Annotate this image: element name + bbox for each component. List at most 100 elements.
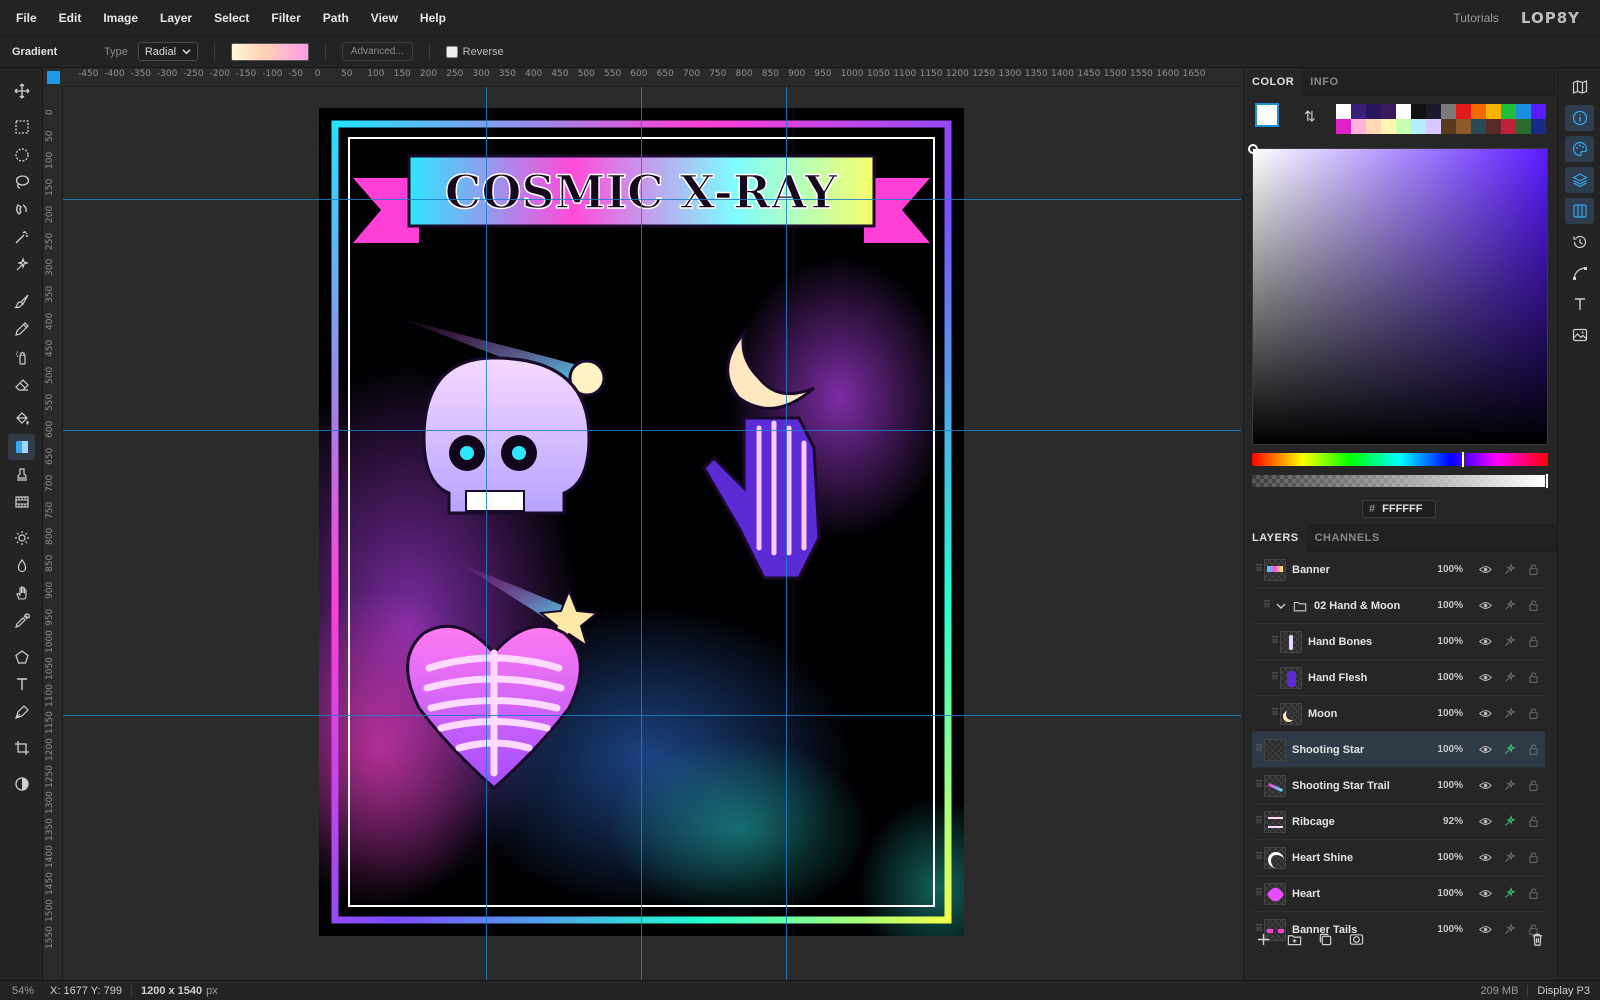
chevron-down-icon[interactable] xyxy=(1272,601,1290,611)
effects-toggle[interactable] xyxy=(1497,599,1521,612)
color-swatch[interactable] xyxy=(1351,119,1366,134)
layer-row[interactable]: ⠿ Ribcage 92% xyxy=(1252,804,1545,840)
color-swatch[interactable] xyxy=(1366,104,1381,119)
layer-opacity[interactable]: 92% xyxy=(1429,816,1463,827)
menu-layer[interactable]: Layer xyxy=(149,11,203,25)
vertical-ruler[interactable]: 0 50 100 150 200 250 300 350 400 450 500 550 600 650 7… xyxy=(43,87,63,980)
color-swatch[interactable] xyxy=(1516,119,1531,134)
effects-toggle[interactable] xyxy=(1497,779,1521,792)
filmstrip-button[interactable] xyxy=(8,489,35,515)
effects-toggle[interactable] xyxy=(1497,671,1521,684)
drag-handle-icon[interactable]: ⠿ xyxy=(1254,780,1264,791)
hex-color-field[interactable]: # FFFFFF xyxy=(1362,500,1436,518)
menu-filter[interactable]: Filter xyxy=(260,11,311,25)
lock-toggle[interactable] xyxy=(1521,815,1545,828)
hand-button[interactable] xyxy=(8,580,35,606)
reverse-checkbox[interactable] xyxy=(445,45,458,58)
text-tool-button[interactable] xyxy=(8,671,35,697)
layer-row[interactable]: ⠿ Shooting Star Trail 100% xyxy=(1252,768,1545,804)
visibility-toggle[interactable] xyxy=(1473,779,1497,792)
drag-handle-icon[interactable]: ⠿ xyxy=(1254,564,1264,575)
color-swatch[interactable] xyxy=(1441,104,1456,119)
eraser-button[interactable] xyxy=(8,371,35,397)
color-swatch[interactable] xyxy=(1411,104,1426,119)
lock-toggle[interactable] xyxy=(1521,887,1545,900)
character-panel-button[interactable] xyxy=(1565,291,1594,317)
layer-row[interactable]: ⠿ Hand Bones 100% xyxy=(1252,624,1545,660)
color-panel-button[interactable] xyxy=(1565,136,1594,162)
drag-handle-icon[interactable]: ⠿ xyxy=(1254,744,1264,755)
lasso-button[interactable] xyxy=(8,169,35,195)
lock-toggle[interactable] xyxy=(1521,563,1545,576)
layers-panel-button[interactable] xyxy=(1565,167,1594,193)
color-swatch[interactable] xyxy=(1381,104,1396,119)
color-swatch[interactable] xyxy=(1471,104,1486,119)
layer-row[interactable]: ⠿ Heart Shine 100% xyxy=(1252,840,1545,876)
duplicate-layer-icon[interactable] xyxy=(1318,932,1333,947)
menu-path[interactable]: Path xyxy=(312,11,360,25)
saturation-value-picker[interactable] xyxy=(1248,144,1548,445)
layer-row[interactable]: ⠿ Banner 100% xyxy=(1252,552,1545,588)
effects-toggle[interactable] xyxy=(1497,815,1521,828)
color-swatch[interactable] xyxy=(1426,119,1441,134)
layer-opacity[interactable]: 100% xyxy=(1429,888,1463,899)
color-swatch[interactable] xyxy=(1531,119,1546,134)
visibility-toggle[interactable] xyxy=(1473,671,1497,684)
color-swatch[interactable] xyxy=(1411,119,1426,134)
layer-row[interactable]: ⠿ Heart 100% xyxy=(1252,876,1545,912)
drag-handle-icon[interactable]: ⠿ xyxy=(1254,888,1264,899)
effects-toggle[interactable] xyxy=(1497,635,1521,648)
color-profile[interactable]: Display P3 xyxy=(1537,985,1590,997)
ruler-origin-square[interactable] xyxy=(47,71,60,84)
new-folder-icon[interactable] xyxy=(1287,932,1302,947)
color-swatch[interactable] xyxy=(1396,119,1411,134)
stamp-button[interactable] xyxy=(8,462,35,488)
gradient-type-select[interactable]: Radial xyxy=(137,42,198,61)
effects-toggle[interactable] xyxy=(1497,707,1521,720)
color-swatch[interactable] xyxy=(1351,104,1366,119)
contrast-button[interactable] xyxy=(8,771,35,797)
layer-opacity[interactable]: 100% xyxy=(1429,672,1463,683)
rect-select-button[interactable] xyxy=(8,114,35,140)
ellipse-select-button[interactable] xyxy=(8,142,35,168)
drag-handle-icon[interactable]: ⠿ xyxy=(1262,600,1272,611)
layer-opacity[interactable]: 100% xyxy=(1429,780,1463,791)
info-panel-button[interactable] xyxy=(1565,105,1594,131)
drag-handle-icon[interactable]: ⠿ xyxy=(1270,708,1280,719)
color-swatch[interactable] xyxy=(1471,119,1486,134)
magic-wand-button[interactable] xyxy=(8,224,35,250)
visibility-toggle[interactable] xyxy=(1473,743,1497,756)
layer-row[interactable]: ⠿ 02 Hand & Moon 100% xyxy=(1252,588,1545,624)
quick-select-button[interactable] xyxy=(8,252,35,278)
lock-toggle[interactable] xyxy=(1521,599,1545,612)
color-swatch[interactable] xyxy=(1531,104,1546,119)
sv-picker-handle[interactable] xyxy=(1248,144,1258,154)
layer-row[interactable]: ⠿ Hand Flesh 100% xyxy=(1252,660,1545,696)
drag-handle-icon[interactable]: ⠿ xyxy=(1270,672,1280,683)
menu-view[interactable]: View xyxy=(360,11,409,25)
lock-toggle[interactable] xyxy=(1521,635,1545,648)
effects-toggle[interactable] xyxy=(1497,851,1521,864)
effects-toggle[interactable] xyxy=(1497,563,1521,576)
pencil-button[interactable] xyxy=(8,316,35,342)
foreground-color-swatch[interactable] xyxy=(1255,103,1279,127)
drag-handle-icon[interactable]: ⠿ xyxy=(1270,636,1280,647)
paths-panel-button[interactable] xyxy=(1565,260,1594,286)
visibility-toggle[interactable] xyxy=(1473,851,1497,864)
color-swatch[interactable] xyxy=(1336,119,1351,134)
advanced-button[interactable]: Advanced... xyxy=(341,42,413,61)
menu-file[interactable]: File xyxy=(0,11,48,25)
map-panel-button[interactable] xyxy=(1565,74,1594,100)
color-swatch[interactable] xyxy=(1381,119,1396,134)
layer-opacity[interactable]: 100% xyxy=(1429,636,1463,647)
bucket-button[interactable] xyxy=(8,406,35,432)
drag-handle-icon[interactable]: ⠿ xyxy=(1254,852,1264,863)
delete-layer-icon[interactable] xyxy=(1530,932,1545,947)
spray-button[interactable] xyxy=(8,344,35,370)
add-layer-icon[interactable] xyxy=(1256,932,1271,947)
visibility-toggle[interactable] xyxy=(1473,707,1497,720)
lock-toggle[interactable] xyxy=(1521,779,1545,792)
layer-row[interactable]: ⠿ Shooting Star 100% xyxy=(1252,732,1545,768)
tab-layers[interactable]: LAYERS xyxy=(1244,524,1307,552)
history-panel-button[interactable] xyxy=(1565,229,1594,255)
